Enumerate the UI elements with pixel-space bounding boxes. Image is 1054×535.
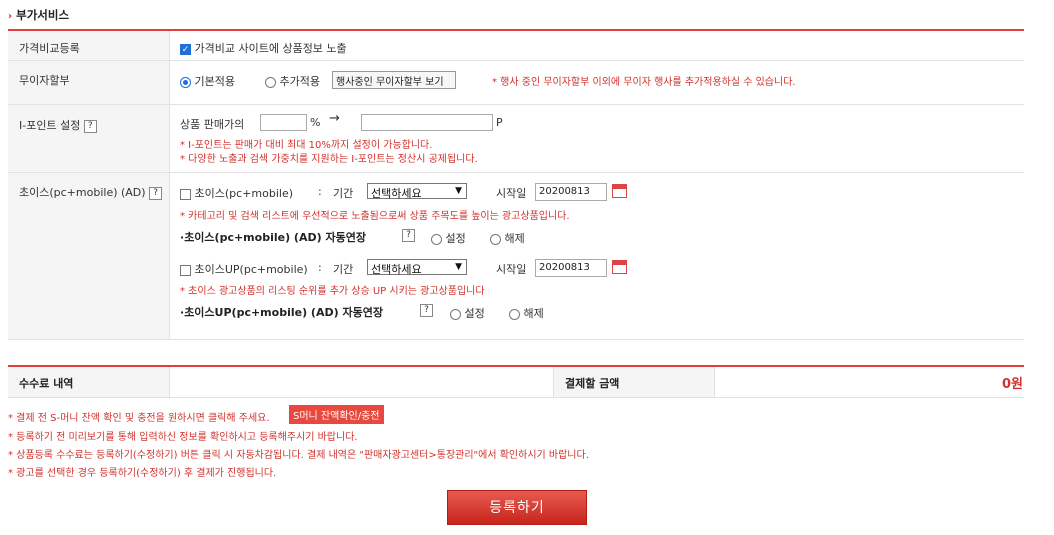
row-divider (8, 339, 1024, 340)
price-compare-checkbox[interactable]: ✓ 가격비교 사이트에 상품정보 노출 (180, 40, 347, 56)
choice-label-text: 초이스(pc+mobile) (AD) (19, 186, 146, 199)
ipoint-percent-input[interactable] (260, 114, 307, 131)
row-divider (8, 104, 1024, 105)
section-title: › 부가서비스 (8, 7, 69, 23)
calendar-icon[interactable] (612, 184, 627, 198)
fee-divider (553, 367, 554, 397)
radio-unselected-icon[interactable] (450, 308, 461, 320)
checkbox-unchecked-icon[interactable] (180, 188, 191, 200)
pay-amount-value: 0원 (1001, 377, 1023, 392)
row-divider (8, 60, 1024, 61)
interest-free-note: * 행사 중인 무이자할부 이외에 무이자 행사를 추가적용하실 수 있습니다. (492, 77, 796, 88)
notice-1-text: * 결제 전 S-머니 잔액 확인 및 충전을 원하시면 클릭해 주세요. (8, 413, 270, 424)
choice-auto-renew-text: 초이스(pc+mobile) (AD) 자동연장 (184, 231, 366, 244)
choice-up-note: * 초이스 광고상품의 리스팅 순위를 추가 상승 UP 시키는 광고상품입니다 (180, 286, 485, 297)
column-divider (169, 31, 170, 339)
colon: : (318, 261, 322, 274)
choice-label: 초이스(pc+mobile) (AD) ? (19, 184, 163, 200)
choice-up-auto-renew-text: 초이스UP(pc+mobile) (AD) 자동연장 (184, 306, 383, 319)
interest-free-additional-label: 추가적용 (279, 75, 320, 88)
ipoint-note-2: * 다양한 노출과 검색 가중치를 지원하는 I-포인트는 정산시 공제됩니다. (180, 154, 478, 165)
ipoint-note-1: * I-포인트는 판매가 대비 최대 10%까지 설정이 가능합니다. (180, 140, 433, 151)
ipoint-label: I-포인트 설정 ? (19, 117, 97, 133)
radio-unselected-icon[interactable] (490, 233, 501, 245)
help-icon[interactable]: ? (149, 186, 163, 200)
radio-label-on: 설정 (464, 307, 485, 320)
smoney-charge-button[interactable]: S머니 잔액확인/충전 (289, 405, 384, 424)
choice-period-select[interactable]: 선택하세요 ▼ (367, 183, 467, 200)
notice-1: * 결제 전 S-머니 잔액 확인 및 충전을 원하시면 클릭해 주세요. (8, 409, 270, 424)
radio-label-on: 설정 (445, 232, 466, 245)
section-title-text: 부가서비스 (16, 8, 70, 22)
help-icon[interactable]: ? (402, 229, 415, 242)
chevron-down-icon: ▼ (455, 186, 462, 196)
interest-free-additional-radio[interactable]: 추가적용 (265, 73, 320, 89)
arrow-right-icon: → (329, 111, 340, 126)
interest-free-default-radio[interactable]: 기본적용 (180, 73, 235, 89)
radio-unselected-icon[interactable] (265, 76, 276, 88)
choice-auto-renew-on-radio[interactable]: 설정 (431, 230, 466, 246)
fee-divider (169, 367, 170, 397)
calendar-icon[interactable] (612, 260, 627, 274)
choice-up-start-date-input[interactable]: 20200813 (535, 259, 607, 277)
choice-start-date-input[interactable]: 20200813 (535, 183, 607, 201)
choice-up-auto-renew-on-radio[interactable]: 설정 (450, 305, 485, 321)
period-label: 기간 (333, 263, 354, 276)
percent-sign: % (310, 116, 321, 129)
chevron-down-icon: ▼ (455, 262, 462, 272)
radio-label-off: 해제 (504, 232, 525, 245)
checkbox-unchecked-icon[interactable] (180, 264, 191, 276)
ipoint-amount-input[interactable] (361, 114, 493, 131)
period-label: 기간 (333, 187, 354, 200)
fee-divider (714, 367, 715, 397)
row-divider (8, 172, 1024, 173)
choice-up-period-select[interactable]: 선택하세요 ▼ (367, 259, 467, 276)
choice-up-auto-renew-label: ·초이스UP(pc+mobile) (AD) 자동연장 (180, 304, 383, 320)
interest-free-default-label: 기본적용 (194, 75, 235, 88)
help-icon[interactable]: ? (83, 119, 97, 133)
view-interest-free-button[interactable]: 행사중인 무이자할부 보기 (332, 71, 456, 89)
choice-checkbox-label: 초이스(pc+mobile) (194, 187, 294, 200)
select-value: 선택하세요 (371, 263, 422, 276)
start-date-label: 시작일 (496, 263, 527, 276)
notice-3: * 상품등록 수수료는 등록하기(수정하기) 버튼 클릭 시 자동차감됩니다. … (8, 450, 589, 461)
interest-free-label: 무이자할부 (19, 74, 70, 87)
choice-auto-renew-label: ·초이스(pc+mobile) (AD) 자동연장 (180, 229, 366, 245)
help-icon[interactable]: ? (420, 304, 433, 317)
ipoint-prefix: 상품 판매가의 (180, 118, 245, 131)
select-value: 선택하세요 (371, 187, 422, 200)
radio-selected-icon[interactable] (180, 76, 191, 88)
fee-label: 수수료 내역 (19, 377, 74, 390)
register-button[interactable]: 등록하기 (447, 490, 587, 525)
ipoint-label-text: I-포인트 설정 (19, 119, 81, 132)
radio-label-off: 해제 (523, 307, 544, 320)
choice-auto-renew-off-radio[interactable]: 해제 (490, 230, 525, 246)
choice-up-checkbox-label: 초이스UP(pc+mobile) (194, 263, 308, 276)
price-compare-checkbox-label: 가격비교 사이트에 상품정보 노출 (194, 42, 347, 55)
ipoint-unit: P (496, 116, 503, 129)
start-date-label: 시작일 (496, 187, 527, 200)
choice-up-checkbox[interactable]: 초이스UP(pc+mobile) (180, 261, 308, 277)
notice-2: * 등록하기 전 미리보기를 통해 입력하신 정보를 확인하시고 등록해주시기 … (8, 432, 358, 443)
radio-unselected-icon[interactable] (509, 308, 520, 320)
colon: : (318, 185, 322, 198)
bullet-arrow-icon: › (8, 11, 13, 22)
radio-unselected-icon[interactable] (431, 233, 442, 245)
price-compare-label: 가격비교등록 (19, 42, 80, 55)
notice-4: * 광고를 선택한 경우 등록하기(수정하기) 후 결제가 진행됩니다. (8, 468, 277, 479)
checkbox-checked-icon[interactable]: ✓ (180, 43, 191, 55)
pay-amount-label: 결제할 금액 (565, 377, 620, 390)
fee-bottom-border (8, 397, 1024, 398)
choice-checkbox[interactable]: 초이스(pc+mobile) (180, 185, 293, 201)
choice-note: * 카테고리 및 검색 리스트에 우선적으로 노출됨으로써 상품 주목도를 높이… (180, 211, 570, 222)
choice-up-auto-renew-off-radio[interactable]: 해제 (509, 305, 544, 321)
